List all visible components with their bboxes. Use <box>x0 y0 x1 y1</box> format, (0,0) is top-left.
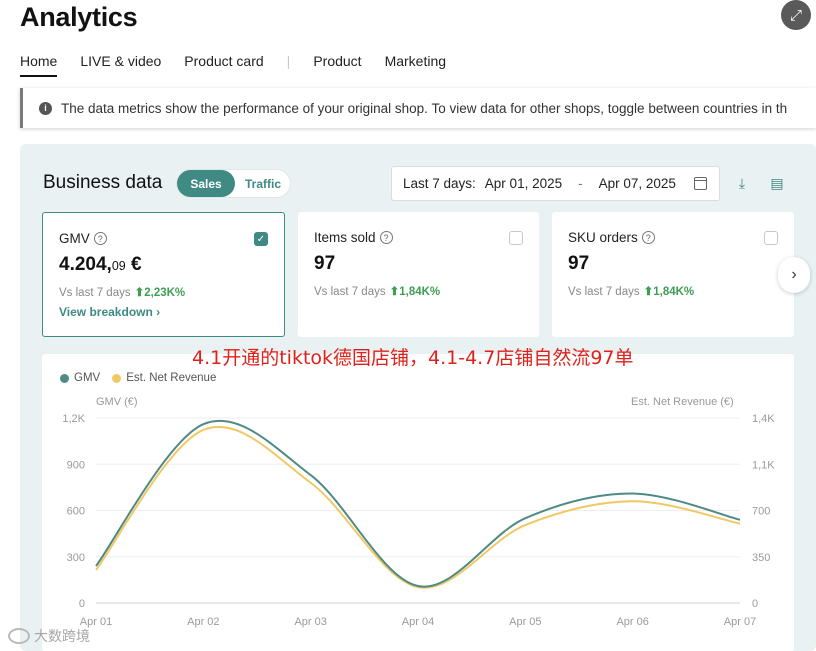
help-icon[interactable]: ? <box>641 231 655 244</box>
card-title: SKU orders <box>568 230 638 245</box>
info-banner: i The data metrics show the performance … <box>20 88 816 128</box>
business-data-title: Business data <box>43 172 163 193</box>
watermark-logo-icon <box>8 628 30 644</box>
legend-item-net-revenue[interactable]: Est. Net Revenue <box>112 372 216 384</box>
checkbox-icon[interactable] <box>509 231 523 245</box>
date-range-picker[interactable]: Last 7 days: Apr 01, 2025 - Apr 07, 2025 <box>391 166 720 201</box>
metric-card-sku-orders[interactable]: SKU orders? 97 Vs last 7 days ⬆1,84K% <box>552 212 794 337</box>
expand-icon[interactable]: ⤢ <box>781 0 811 30</box>
y-axis-left-title: GMV (€) <box>96 396 138 408</box>
nav-tabs: Home LIVE & video Product card | Product… <box>20 53 469 79</box>
date-end: Apr 07, 2025 <box>598 176 676 191</box>
y-axis-right-title: Est. Net Revenue (€) <box>631 396 734 408</box>
watermark: 大数跨境 <box>8 626 90 646</box>
tab-live-video[interactable]: LIVE & video <box>80 53 161 75</box>
view-breakdown-link[interactable]: View breakdown › <box>59 305 284 319</box>
tab-marketing[interactable]: Marketing <box>385 53 446 75</box>
traffic-toggle-button[interactable]: Traffic <box>235 170 291 197</box>
card-comparison: Vs last 7 days ⬆1,84K% <box>568 286 695 298</box>
tab-home[interactable]: Home <box>20 53 58 77</box>
legend-item-gmv[interactable]: GMV <box>60 372 100 384</box>
download-icon[interactable]: ⤓ <box>734 174 750 192</box>
checkbox-checked-icon[interactable]: ✓ <box>254 232 268 246</box>
date-range-label: Last 7 days: <box>403 176 476 191</box>
card-value: 4.204,09 € <box>59 254 142 275</box>
chart-legend: GMV Est. Net Revenue <box>60 372 228 384</box>
help-icon[interactable]: ? <box>379 231 393 244</box>
metric-card-gmv[interactable]: GMV? 4.204,09 € Vs last 7 days ⬆2,23K% Vi… <box>42 212 285 337</box>
page-title: Analytics <box>20 2 138 32</box>
date-separator: - <box>578 176 583 191</box>
tab-product[interactable]: Product <box>313 53 361 75</box>
sales-toggle-button[interactable]: Sales <box>177 170 235 197</box>
tab-product-card[interactable]: Product card <box>184 53 263 75</box>
calendar-icon[interactable] <box>694 177 707 190</box>
date-start: Apr 01, 2025 <box>484 176 563 191</box>
metric-card-items-sold[interactable]: Items sold? 97 Vs last 7 days ⬆1,84K% <box>298 212 539 337</box>
card-title: Items sold <box>314 230 376 245</box>
card-value: 97 <box>314 253 336 274</box>
card-value: 97 <box>568 253 590 274</box>
report-icon[interactable]: ▤ <box>769 174 785 192</box>
chevron-right-icon[interactable]: › <box>778 257 810 293</box>
annotation-text: 4.1开通的tiktok德国店铺，4.1-4.7店铺自然流97单 <box>192 347 634 369</box>
card-title: GMV <box>59 231 90 246</box>
help-icon[interactable]: ? <box>93 232 107 245</box>
checkbox-icon[interactable] <box>764 231 778 245</box>
info-icon: i <box>39 101 52 115</box>
tab-divider: | <box>286 53 291 69</box>
sales-traffic-toggle: Sales Traffic <box>176 169 291 198</box>
banner-text: The data metrics show the performance of… <box>61 100 788 116</box>
card-comparison: Vs last 7 days ⬆1,84K% <box>314 286 441 298</box>
card-comparison: Vs last 7 days ⬆2,23K% <box>59 287 186 299</box>
